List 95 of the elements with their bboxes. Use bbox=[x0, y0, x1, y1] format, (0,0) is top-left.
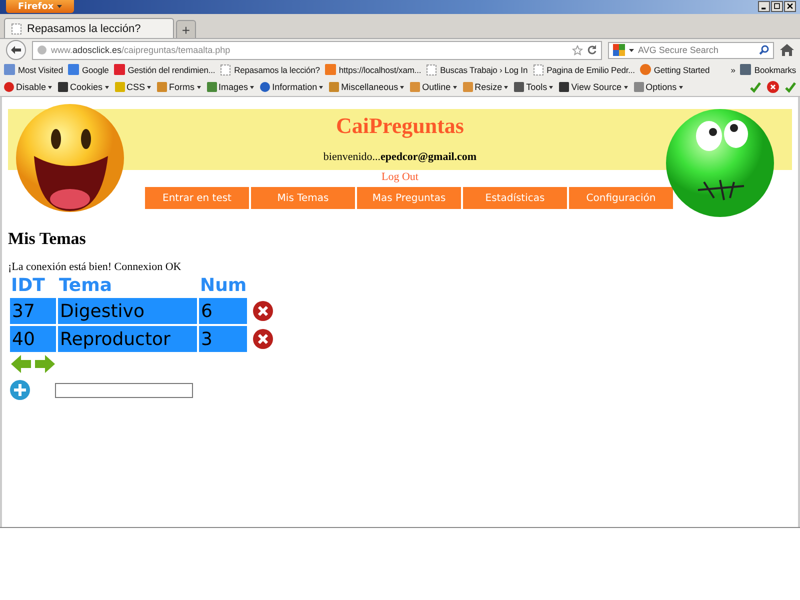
caret-icon bbox=[319, 86, 324, 88]
toolbar-icon bbox=[260, 82, 270, 92]
toolbar-menu-button[interactable]: CSS bbox=[114, 82, 152, 92]
toolbar-icon bbox=[4, 82, 14, 92]
toolbar-menu-button[interactable]: Forms bbox=[157, 82, 201, 92]
bookmark-link[interactable]: Google bbox=[68, 64, 109, 75]
toolbar-menu-button[interactable]: Options bbox=[634, 82, 683, 92]
bookmark-link[interactable]: https://localhost/xam... bbox=[324, 64, 422, 75]
caret-icon bbox=[104, 86, 109, 88]
toolbar-menu-button[interactable]: Miscellaneous bbox=[329, 82, 404, 92]
laughing-smiley-icon bbox=[14, 101, 126, 215]
address-bar[interactable]: www.adosclick.es/caipreguntas/temaalta.php bbox=[32, 40, 602, 60]
toolbar-menu-button[interactable]: View Source bbox=[559, 82, 628, 92]
toolbar-icon bbox=[206, 82, 217, 92]
caret-icon bbox=[549, 86, 554, 88]
browser-tab[interactable]: Repasamos la lección? bbox=[4, 18, 174, 38]
bookmark-link[interactable]: Gestión del rendimien... bbox=[114, 64, 216, 75]
caret-icon bbox=[400, 86, 404, 88]
table-cell: Reproductor bbox=[58, 326, 197, 352]
minimize-icon[interactable] bbox=[758, 1, 770, 12]
back-arrow-icon bbox=[10, 45, 22, 55]
bookmark-link[interactable]: Repasamos la lección? bbox=[220, 64, 320, 76]
bookmarks-menu-button[interactable]: Bookmarks bbox=[740, 64, 796, 75]
globe-icon bbox=[640, 64, 651, 75]
search-field[interactable]: AVG Secure Search bbox=[608, 42, 774, 58]
delete-icon[interactable] bbox=[252, 329, 273, 349]
caret-icon bbox=[250, 86, 254, 88]
bookmarks-overflow-button[interactable]: » bbox=[730, 64, 736, 74]
bookmark-link[interactable]: Pagina de Emilio Pedr... bbox=[532, 64, 635, 76]
toolbar-icon bbox=[559, 82, 570, 92]
bookmark-icon bbox=[68, 64, 79, 75]
bookmark-link[interactable]: Most Visited bbox=[4, 64, 63, 75]
table-cell: 3 bbox=[199, 326, 247, 352]
reload-icon[interactable] bbox=[587, 45, 597, 55]
toolbar-menu-button[interactable]: Resize bbox=[462, 82, 508, 92]
toolbar-icon bbox=[157, 82, 168, 92]
page-icon bbox=[426, 64, 438, 76]
add-icon[interactable] bbox=[10, 380, 30, 400]
page-heading: Mis Temas bbox=[8, 229, 87, 249]
caret-icon bbox=[629, 48, 634, 52]
checkmark-icon[interactable] bbox=[750, 82, 761, 92]
back-button[interactable] bbox=[6, 40, 26, 60]
column-header: Tema bbox=[58, 275, 113, 296]
column-header: Num bbox=[199, 275, 247, 296]
page-icon bbox=[11, 22, 22, 34]
column-header: IDT bbox=[10, 275, 46, 296]
caret-icon bbox=[196, 86, 201, 88]
bookmark-icon bbox=[4, 64, 15, 75]
new-tab-button[interactable]: + bbox=[176, 20, 196, 38]
caret-icon bbox=[624, 86, 628, 88]
bookmark-link[interactable]: Getting Started bbox=[640, 64, 710, 75]
grimacing-smiley-icon bbox=[664, 106, 776, 220]
toolbar-icon bbox=[329, 82, 340, 92]
toolbar-menu-button[interactable]: Cookies bbox=[58, 82, 109, 92]
url-text: www.adosclick.es/caipreguntas/temaalta.php bbox=[51, 45, 232, 55]
caret-icon bbox=[504, 86, 508, 88]
input-field[interactable] bbox=[55, 382, 193, 398]
toolbar-menu-button[interactable]: Information bbox=[260, 82, 324, 92]
site-title: CaiPreguntas bbox=[336, 113, 464, 139]
bookmark-icon bbox=[324, 64, 336, 75]
page-icon bbox=[220, 64, 232, 76]
toolbar-menu-button[interactable]: Disable bbox=[4, 82, 52, 92]
avg-logo-icon bbox=[613, 44, 625, 56]
page-icon bbox=[532, 64, 544, 76]
caret-icon bbox=[147, 86, 152, 88]
bookmark-icon bbox=[114, 64, 125, 75]
toolbar-menu-button[interactable]: Tools bbox=[514, 82, 554, 92]
caret-icon bbox=[48, 86, 52, 88]
table-cell: Digestivo bbox=[58, 298, 197, 324]
caret-icon bbox=[452, 86, 457, 88]
table-cell: 6 bbox=[199, 298, 247, 324]
globe-icon bbox=[37, 45, 47, 55]
close-icon[interactable] bbox=[784, 1, 796, 12]
delete-icon[interactable] bbox=[252, 301, 273, 321]
error-icon[interactable] bbox=[767, 81, 779, 93]
bookmark-link[interactable]: Buscas Trabajo › Log In bbox=[426, 64, 528, 76]
toolbar-icon bbox=[514, 82, 524, 92]
toolbar-icon bbox=[634, 82, 644, 92]
table-cell: 37 bbox=[10, 298, 56, 324]
search-icon[interactable] bbox=[759, 45, 769, 55]
checkmark-icon[interactable] bbox=[785, 82, 796, 92]
toolbar-icon bbox=[114, 82, 125, 92]
toolbar-icon bbox=[58, 82, 68, 92]
toolbar-menu-button[interactable]: Outline bbox=[410, 82, 457, 92]
table-cell: 40 bbox=[10, 326, 56, 352]
welcome-text: bienvenido...epedcor@gmail.com bbox=[323, 151, 477, 163]
arrow-left-right-icon[interactable] bbox=[11, 354, 55, 374]
caret-icon bbox=[56, 5, 62, 8]
toolbar-icon bbox=[462, 82, 473, 92]
caret-icon bbox=[678, 86, 683, 88]
toolbar-menu-button[interactable]: Images bbox=[206, 82, 254, 92]
toolbar-icon bbox=[410, 82, 420, 92]
home-icon[interactable] bbox=[780, 44, 794, 56]
maximize-icon[interactable] bbox=[771, 1, 783, 12]
status-text: ¡La conexión está bien! Connexion OK bbox=[8, 261, 182, 273]
